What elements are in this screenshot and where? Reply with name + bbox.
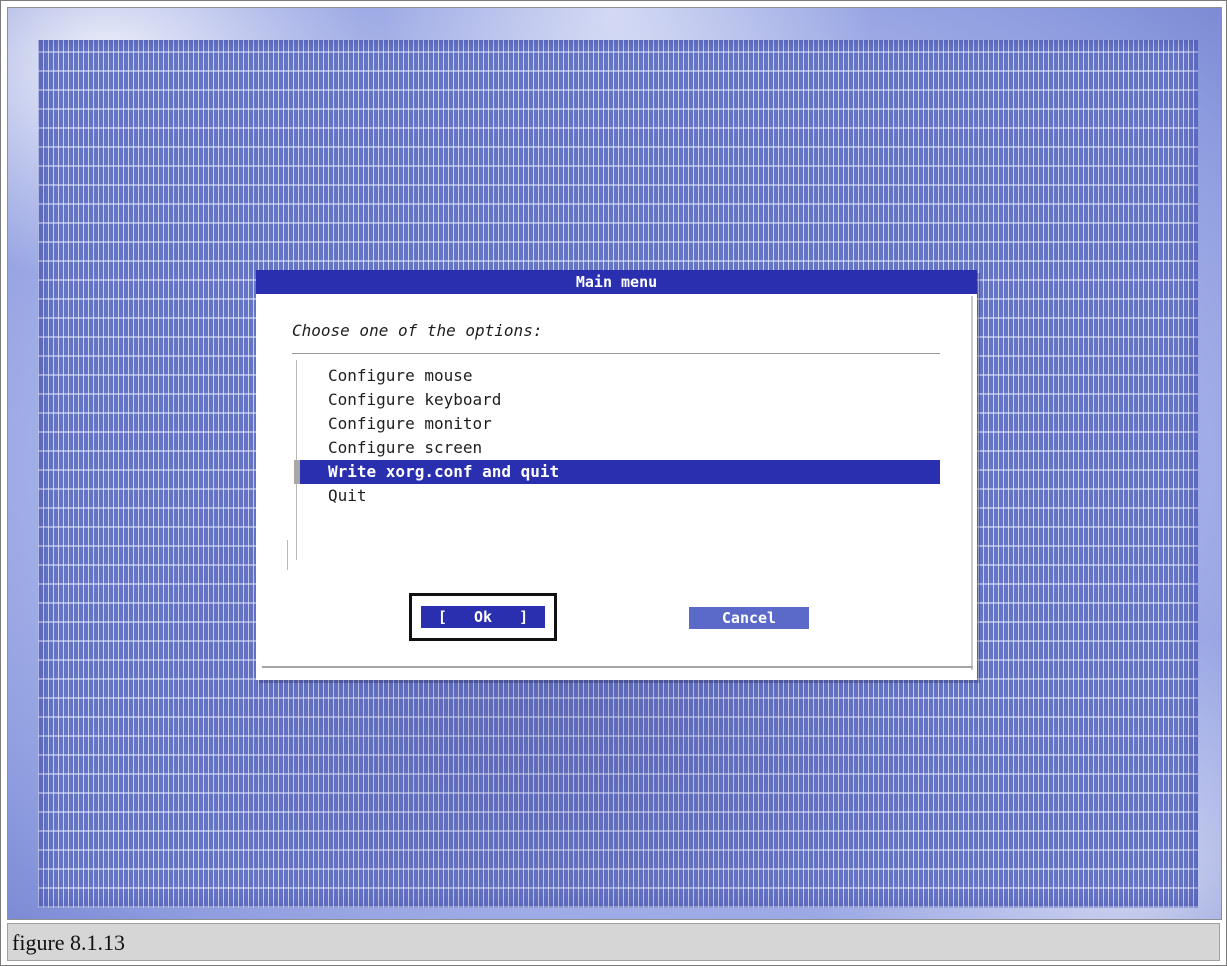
dialog-title: Main menu xyxy=(256,270,977,294)
ok-button-focus-frame: [ Ok ] xyxy=(409,593,557,641)
list-left-border-lower xyxy=(287,540,288,570)
main-menu-dialog: Main menu Choose one of the options: Con… xyxy=(256,270,977,680)
menu-item-configure-keyboard[interactable]: Configure keyboard xyxy=(328,388,501,412)
prompt-divider xyxy=(292,353,940,354)
caption-bar: figure 8.1.13 xyxy=(7,923,1220,961)
menu-item-configure-mouse[interactable]: Configure mouse xyxy=(328,364,473,388)
options-list[interactable]: Configure mouse Configure keyboard Confi… xyxy=(284,360,944,570)
dialog-prompt: Choose one of the options: xyxy=(292,321,543,340)
menu-item-configure-screen[interactable]: Configure screen xyxy=(328,436,482,460)
ok-button[interactable]: [ Ok ] xyxy=(421,606,545,628)
dialog-border-bottom xyxy=(262,666,973,668)
cancel-button[interactable]: Cancel xyxy=(689,607,809,629)
menu-item-configure-monitor[interactable]: Configure monitor xyxy=(328,412,492,436)
screen-bezel: Main menu Choose one of the options: Con… xyxy=(7,7,1222,920)
dialog-border-right xyxy=(971,296,973,670)
figure-frame: Main menu Choose one of the options: Con… xyxy=(0,0,1227,966)
menu-item-write-xorg-conf[interactable]: Write xorg.conf and quit xyxy=(300,460,940,484)
figure-caption: figure 8.1.13 xyxy=(12,930,126,955)
menu-item-quit[interactable]: Quit xyxy=(328,484,367,508)
